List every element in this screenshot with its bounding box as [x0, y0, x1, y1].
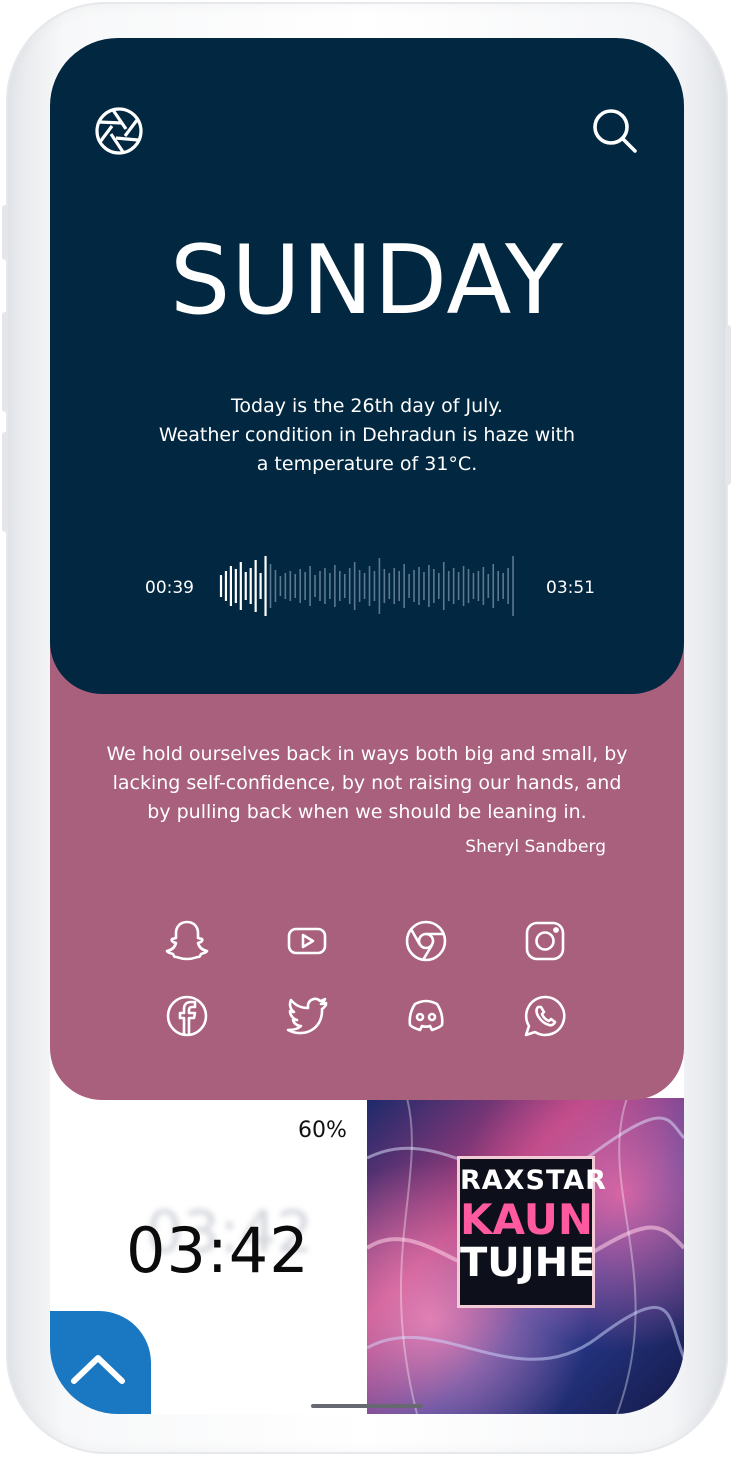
expand-up-button[interactable] — [50, 1311, 151, 1414]
quote-panel — [50, 638, 684, 1100]
quote-author: Sheryl Sandberg — [465, 837, 606, 857]
quote-line: We hold ourselves back in ways both big … — [106, 743, 628, 765]
header-panel: SUNDAY Today is the 26th day of July. We… — [50, 38, 684, 694]
quote-text: We hold ourselves back in ways both big … — [50, 740, 684, 827]
chrome-icon[interactable] — [403, 918, 449, 964]
battery-level: 60% — [298, 1118, 347, 1143]
youtube-icon[interactable] — [284, 918, 330, 964]
power-button — [725, 325, 731, 485]
quote-line: lacking self-confidence, by not raising … — [112, 772, 622, 794]
twitter-icon[interactable] — [284, 993, 330, 1039]
audio-waveform-scrubber[interactable] — [218, 550, 518, 622]
info-line: Today is the 26th day of July. — [231, 395, 503, 417]
home-indicator[interactable] — [311, 1404, 423, 1408]
album-title-line: KAUN — [460, 1195, 594, 1244]
whatsapp-icon[interactable] — [522, 993, 568, 1039]
discord-icon[interactable] — [403, 993, 449, 1039]
elapsed-time: 00:39 — [145, 578, 194, 598]
chevron-up-icon — [71, 1355, 125, 1384]
quote-line: by pulling back when we should be leanin… — [147, 801, 587, 823]
search-icon[interactable] — [590, 106, 640, 156]
album-title-block: RAXSTAR KAUN TUJHE — [457, 1156, 607, 1308]
day-title: SUNDAY — [169, 226, 565, 336]
album-art[interactable]: RAXSTAR KAUN TUJHE — [367, 1098, 684, 1414]
side-button — [2, 312, 8, 412]
info-line: a temperature of 31°C. — [256, 453, 478, 475]
snapchat-icon[interactable] — [164, 918, 210, 964]
info-line: Weather condition in Dehradun is haze wi… — [158, 424, 576, 446]
album-title-line: TUJHE — [460, 1240, 596, 1286]
facebook-icon[interactable] — [164, 993, 210, 1039]
phone-screen: SUNDAY Today is the 26th day of July. We… — [50, 38, 684, 1414]
side-button — [2, 432, 8, 532]
clock-time: 03:42 — [126, 1214, 310, 1287]
instagram-icon[interactable] — [522, 918, 568, 964]
side-button — [2, 205, 8, 260]
total-time: 03:51 — [546, 578, 595, 598]
album-artist: RAXSTAR — [460, 1165, 607, 1196]
day-info: Today is the 26th day of July. Weather c… — [50, 392, 684, 479]
aperture-icon[interactable] — [94, 106, 144, 156]
